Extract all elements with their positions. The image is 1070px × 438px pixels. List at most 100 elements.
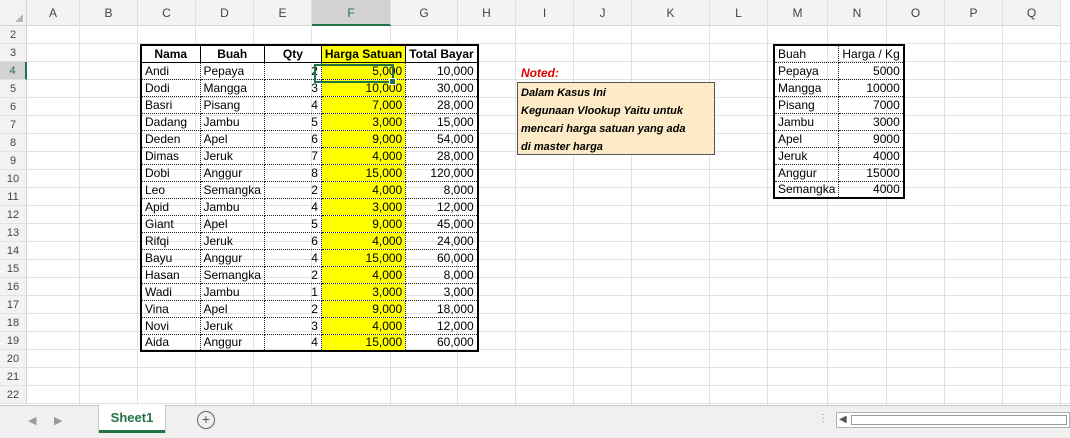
table-cell[interactable]: 5,000 (320, 61, 407, 80)
table-cell[interactable]: 9,000 (320, 214, 407, 233)
table-cell[interactable]: 15,000 (320, 333, 407, 352)
row-header-9[interactable]: 9 (0, 152, 27, 170)
table-cell[interactable]: Vina (140, 299, 201, 318)
table-cell[interactable]: 7,000 (320, 95, 407, 114)
table-cell[interactable]: 30,000 (405, 78, 479, 97)
tab-split-handle-icon[interactable]: ⋮ (818, 413, 828, 424)
row-header-22[interactable]: 22 (0, 386, 27, 404)
scroll-left-icon[interactable]: ◀ (839, 413, 847, 427)
master-cell[interactable]: Jeruk (773, 146, 840, 165)
row-header-2[interactable]: 2 (0, 26, 27, 44)
master-header-cell[interactable]: Harga / Kg (838, 44, 905, 63)
column-header-n[interactable]: N (828, 0, 887, 26)
table-cell[interactable]: 15,000 (405, 112, 479, 131)
table-cell[interactable]: 3,000 (320, 197, 407, 216)
table-cell[interactable]: 15,000 (320, 248, 407, 267)
table-cell[interactable]: 28,000 (405, 146, 479, 165)
add-sheet-icon[interactable]: + (197, 411, 215, 429)
table-cell[interactable]: Apel (199, 214, 265, 233)
master-cell[interactable]: 4000 (838, 180, 905, 199)
sheet-tab-sheet1[interactable]: Sheet1 (99, 405, 165, 433)
column-header-k[interactable]: K (632, 0, 710, 26)
table-header-cell[interactable]: Total Bayar (405, 44, 479, 63)
scrollbar-thumb[interactable] (851, 415, 1067, 425)
table-cell[interactable]: 3,000 (405, 282, 479, 301)
row-header-14[interactable]: 14 (0, 242, 27, 260)
table-cell[interactable]: 2 (263, 265, 322, 284)
next-sheet-icon[interactable]: ▶ (54, 414, 62, 427)
table-cell[interactable]: Jeruk (199, 316, 265, 335)
column-header-f[interactable]: F (312, 0, 391, 26)
table-cell[interactable]: 5 (263, 112, 322, 131)
master-cell[interactable]: Pisang (773, 95, 840, 114)
column-header-p[interactable]: P (945, 0, 1003, 26)
table-cell[interactable]: Basri (140, 95, 201, 114)
row-header-15[interactable]: 15 (0, 260, 27, 278)
table-cell[interactable]: Jeruk (199, 146, 265, 165)
table-cell[interactable]: 8,000 (405, 265, 479, 284)
table-cell[interactable]: Pisang (199, 95, 265, 114)
table-cell[interactable]: 2 (263, 61, 322, 80)
table-cell[interactable]: Aida (140, 333, 201, 352)
table-cell[interactable]: Anggur (199, 248, 265, 267)
master-header-cell[interactable]: Buah (773, 44, 840, 63)
column-header-j[interactable]: J (574, 0, 632, 26)
table-cell[interactable]: 3,000 (320, 112, 407, 131)
table-cell[interactable]: Bayu (140, 248, 201, 267)
table-cell[interactable]: 3 (263, 316, 322, 335)
table-cell[interactable]: 4 (263, 95, 322, 114)
table-cell[interactable]: Pepaya (199, 61, 265, 80)
table-cell[interactable]: Hasan (140, 265, 201, 284)
table-cell[interactable]: 2 (263, 299, 322, 318)
table-cell[interactable]: 5 (263, 214, 322, 233)
table-cell[interactable]: 18,000 (405, 299, 479, 318)
column-header-b[interactable]: B (80, 0, 138, 26)
table-header-cell[interactable]: Buah (199, 44, 265, 63)
table-cell[interactable]: Novi (140, 316, 201, 335)
table-cell[interactable]: 8,000 (405, 180, 479, 199)
row-header-10[interactable]: 10 (0, 170, 27, 188)
master-cell[interactable]: Jambu (773, 112, 840, 131)
row-header-12[interactable]: 12 (0, 206, 27, 224)
table-cell[interactable]: Rifqi (140, 231, 201, 250)
table-cell[interactable]: Jambu (199, 197, 265, 216)
row-header-11[interactable]: 11 (0, 188, 27, 206)
prev-sheet-icon[interactable]: ◀ (28, 414, 36, 427)
master-cell[interactable]: 9000 (838, 129, 905, 148)
table-header-cell[interactable]: Qty (263, 44, 322, 63)
table-cell[interactable]: 4,000 (320, 231, 407, 250)
table-cell[interactable]: 12,000 (405, 197, 479, 216)
table-cell[interactable]: 8 (263, 163, 322, 182)
row-header-13[interactable]: 13 (0, 224, 27, 242)
table-cell[interactable]: 7 (263, 146, 322, 165)
master-cell[interactable]: 3000 (838, 112, 905, 131)
column-header-h[interactable]: H (458, 0, 516, 26)
table-cell[interactable]: 4,000 (320, 180, 407, 199)
table-cell[interactable]: Anggur (199, 163, 265, 182)
table-cell[interactable]: Apel (199, 129, 265, 148)
table-cell[interactable]: 3 (263, 78, 322, 97)
table-cell[interactable]: 4 (263, 197, 322, 216)
table-cell[interactable]: 45,000 (405, 214, 479, 233)
table-cell[interactable]: Dimas (140, 146, 201, 165)
table-cell[interactable]: Dobi (140, 163, 201, 182)
table-cell[interactable]: 28,000 (405, 95, 479, 114)
table-cell[interactable]: 3,000 (320, 282, 407, 301)
row-header-20[interactable]: 20 (0, 350, 27, 368)
column-header-q[interactable]: Q (1003, 0, 1061, 26)
table-cell[interactable]: Andi (140, 61, 201, 80)
column-header-l[interactable]: L (710, 0, 768, 26)
column-header-i[interactable]: I (516, 0, 574, 26)
master-cell[interactable]: 10000 (838, 78, 905, 97)
table-header-cell[interactable]: Nama (140, 44, 201, 63)
column-header-m[interactable]: M (768, 0, 828, 26)
table-cell[interactable]: Leo (140, 180, 201, 199)
row-header-6[interactable]: 6 (0, 98, 27, 116)
master-cell[interactable]: Pepaya (773, 61, 840, 80)
column-header-e[interactable]: E (254, 0, 312, 26)
row-header-21[interactable]: 21 (0, 368, 27, 386)
table-cell[interactable]: Dadang (140, 112, 201, 131)
table-cell[interactable]: Semangka (199, 265, 265, 284)
row-header-4[interactable]: 4 (0, 62, 27, 80)
table-cell[interactable]: 9,000 (320, 129, 407, 148)
